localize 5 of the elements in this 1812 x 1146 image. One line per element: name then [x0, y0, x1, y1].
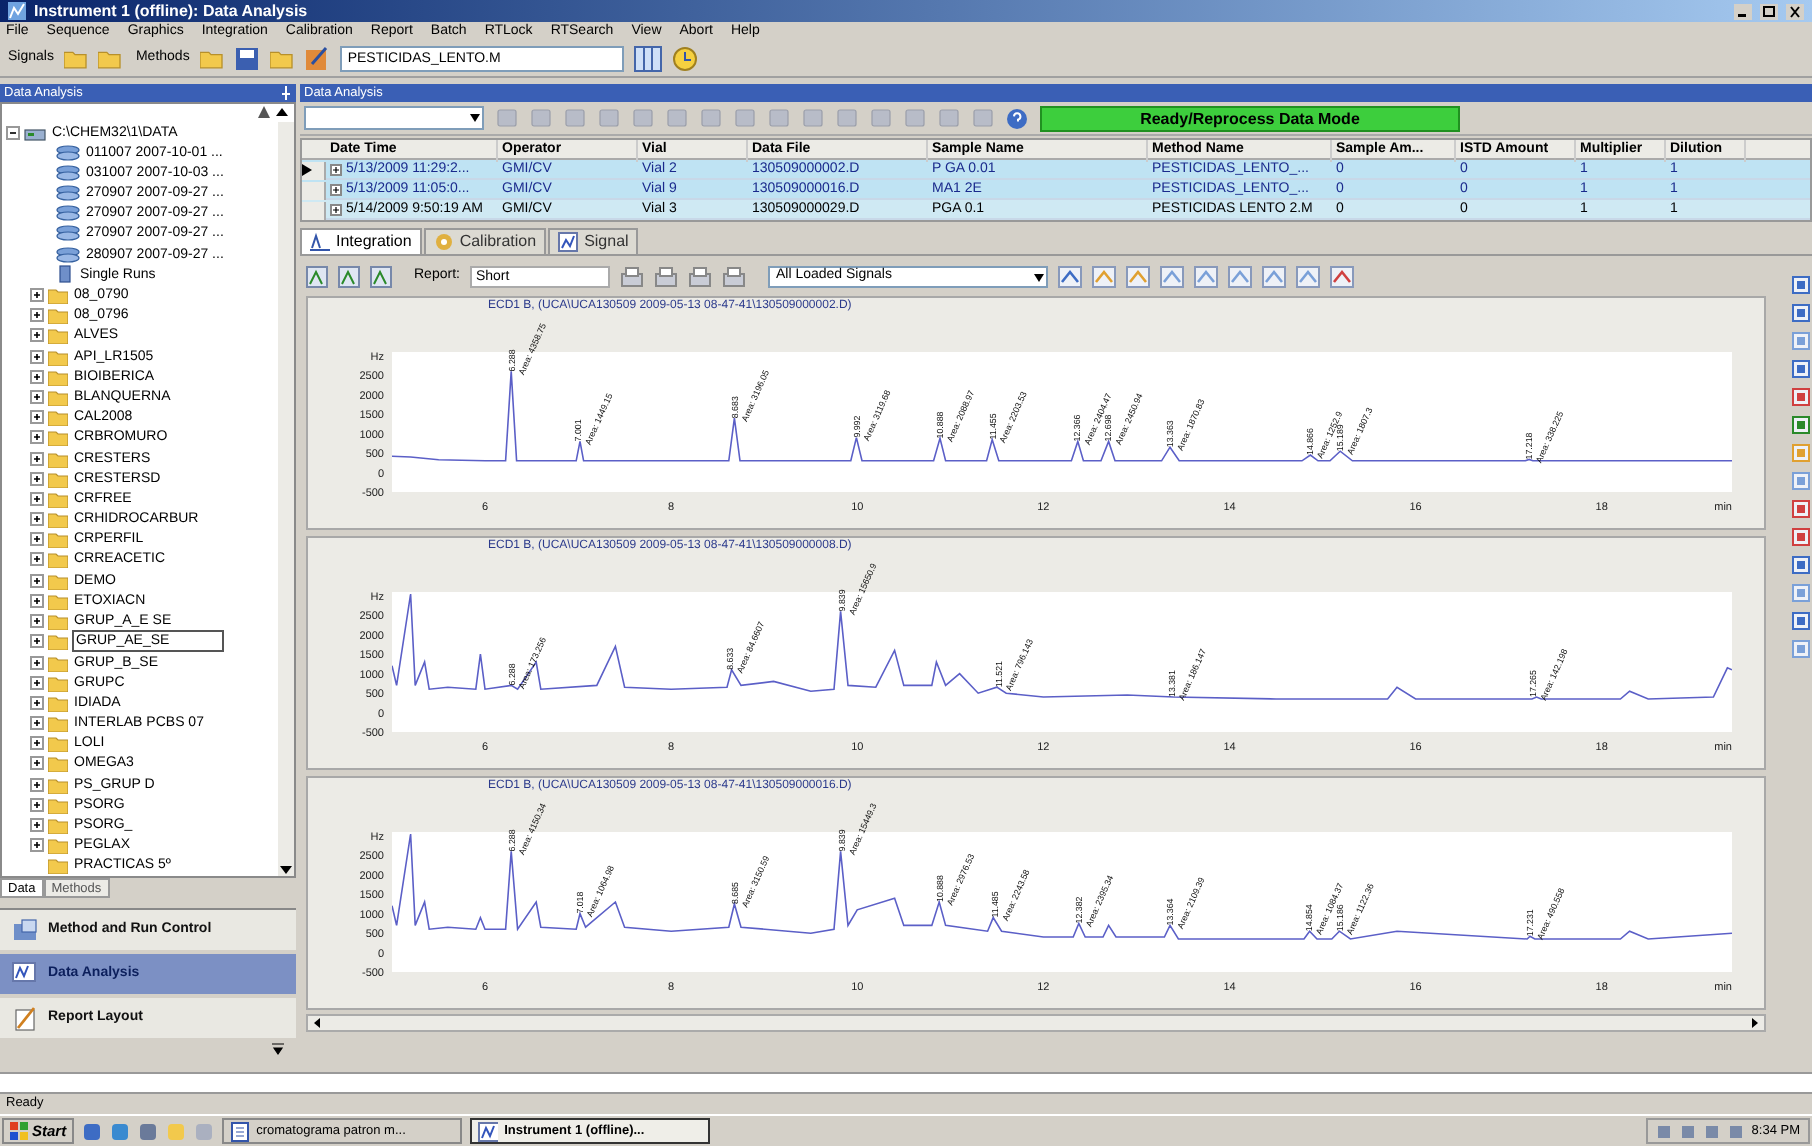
view-tab[interactable]: Integration — [300, 228, 422, 254]
view-tab[interactable]: Calibration — [423, 228, 547, 254]
mode-status: Ready/Reprocess Data Mode — [1040, 105, 1460, 131]
view-tab[interactable]: Signal — [548, 228, 639, 254]
window-title: Instrument 1 (offline): Data Analysis — [34, 0, 308, 23]
